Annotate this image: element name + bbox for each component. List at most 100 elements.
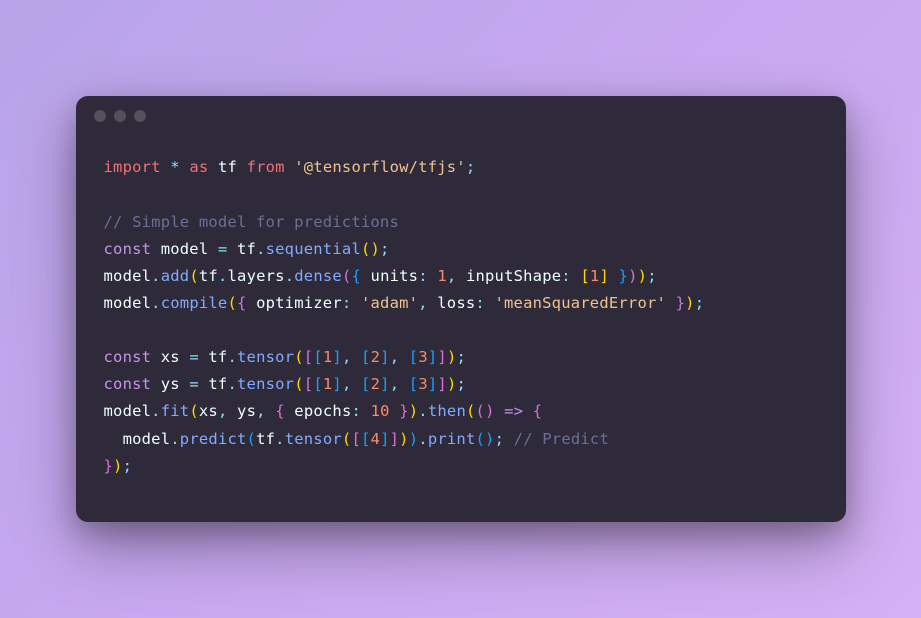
- code-token: tf: [256, 430, 275, 448]
- code-token: layers: [228, 267, 285, 285]
- code-token: *: [170, 158, 180, 176]
- code-token: ): [685, 294, 695, 312]
- code-token: }: [399, 402, 409, 420]
- code-token: .: [418, 402, 428, 420]
- code-token: 2: [371, 348, 381, 366]
- code-token: dense: [294, 267, 342, 285]
- code-area: import * as tf from '@tensorflow/tfjs'; …: [76, 136, 846, 522]
- code-token: model: [104, 294, 152, 312]
- code-line: });: [104, 453, 818, 480]
- code-token: (: [247, 430, 257, 448]
- code-token: ,: [256, 402, 266, 420]
- code-token: :: [561, 267, 571, 285]
- code-token: loss: [428, 294, 476, 312]
- code-token: units: [361, 267, 418, 285]
- code-token: .: [227, 375, 237, 393]
- code-token: ]: [437, 348, 447, 366]
- code-token: epochs: [285, 402, 352, 420]
- code-token: 3: [418, 348, 428, 366]
- code-token: {: [533, 402, 543, 420]
- code-token: 1: [323, 348, 333, 366]
- code-token: ys: [151, 375, 189, 393]
- code-token: fit: [161, 402, 190, 420]
- code-token: 1: [323, 375, 333, 393]
- code-token: // Predict: [514, 430, 609, 448]
- code-token: .: [256, 240, 266, 258]
- code-token: ;: [695, 294, 705, 312]
- code-line: // Simple model for predictions: [104, 209, 818, 236]
- traffic-light-close-icon[interactable]: [94, 110, 106, 122]
- code-line: const model = tf.sequential();: [104, 236, 818, 263]
- code-token: (: [227, 294, 237, 312]
- code-token: ;: [457, 348, 467, 366]
- traffic-light-maximize-icon[interactable]: [134, 110, 146, 122]
- code-token: model: [104, 430, 171, 448]
- code-token: ): [409, 402, 419, 420]
- code-token: tf: [199, 348, 228, 366]
- code-token: // Simple model for predictions: [104, 213, 400, 231]
- code-token: =: [189, 375, 199, 393]
- code-line: import * as tf from '@tensorflow/tfjs';: [104, 154, 818, 181]
- code-token: ]: [428, 348, 438, 366]
- code-token: {: [351, 267, 361, 285]
- code-token: (: [294, 375, 304, 393]
- code-token: 3: [418, 375, 428, 393]
- code-line: model.add(tf.layers.dense({ units: 1, in…: [104, 263, 818, 290]
- code-token: [161, 158, 171, 176]
- code-token: [: [580, 267, 590, 285]
- traffic-light-minimize-icon[interactable]: [114, 110, 126, 122]
- code-token: '@tensorflow/tfjs': [294, 158, 466, 176]
- code-token: (: [189, 267, 199, 285]
- code-token: .: [285, 267, 295, 285]
- code-line: model.fit(xs, ys, { epochs: 10 }).then((…: [104, 398, 818, 425]
- code-token: [: [409, 348, 419, 366]
- code-token: (): [361, 240, 380, 258]
- code-token: .: [275, 430, 285, 448]
- code-token: xs: [151, 348, 189, 366]
- code-token: model: [151, 240, 218, 258]
- code-token: [: [304, 348, 314, 366]
- code-token: const: [104, 240, 152, 258]
- code-token: ]: [437, 375, 447, 393]
- code-token: .: [151, 402, 161, 420]
- code-token: [: [313, 348, 323, 366]
- code-token: :: [351, 402, 361, 420]
- code-token: (: [342, 430, 352, 448]
- code-token: .: [170, 430, 180, 448]
- code-token: compile: [161, 294, 228, 312]
- code-token: ;: [123, 457, 133, 475]
- code-token: .: [151, 294, 161, 312]
- code-token: .: [227, 348, 237, 366]
- code-token: ,: [342, 348, 352, 366]
- code-token: (: [189, 402, 199, 420]
- code-token: xs: [199, 402, 218, 420]
- code-token: [390, 402, 400, 420]
- code-token: ,: [390, 348, 400, 366]
- code-token: as: [189, 158, 208, 176]
- code-token: }: [676, 294, 686, 312]
- code-token: :: [475, 294, 485, 312]
- code-token: tf: [199, 267, 218, 285]
- code-token: (): [475, 430, 494, 448]
- code-token: add: [161, 267, 190, 285]
- code-token: [: [361, 348, 371, 366]
- code-token: =>: [504, 402, 523, 420]
- code-token: [351, 294, 361, 312]
- code-token: 2: [371, 375, 381, 393]
- code-token: .: [418, 430, 428, 448]
- code-token: print: [428, 430, 476, 448]
- code-token: [399, 375, 409, 393]
- code-token: ]: [380, 430, 390, 448]
- code-token: .: [151, 267, 161, 285]
- code-token: [571, 267, 581, 285]
- code-token: [523, 402, 533, 420]
- code-token: ): [409, 430, 419, 448]
- code-token: [504, 430, 514, 448]
- code-token: tensor: [237, 375, 294, 393]
- code-token: ,: [342, 375, 352, 393]
- code-token: 1: [437, 267, 447, 285]
- code-token: ): [447, 348, 457, 366]
- code-token: model: [104, 267, 152, 285]
- code-token: ]: [428, 375, 438, 393]
- code-token: ;: [466, 158, 476, 176]
